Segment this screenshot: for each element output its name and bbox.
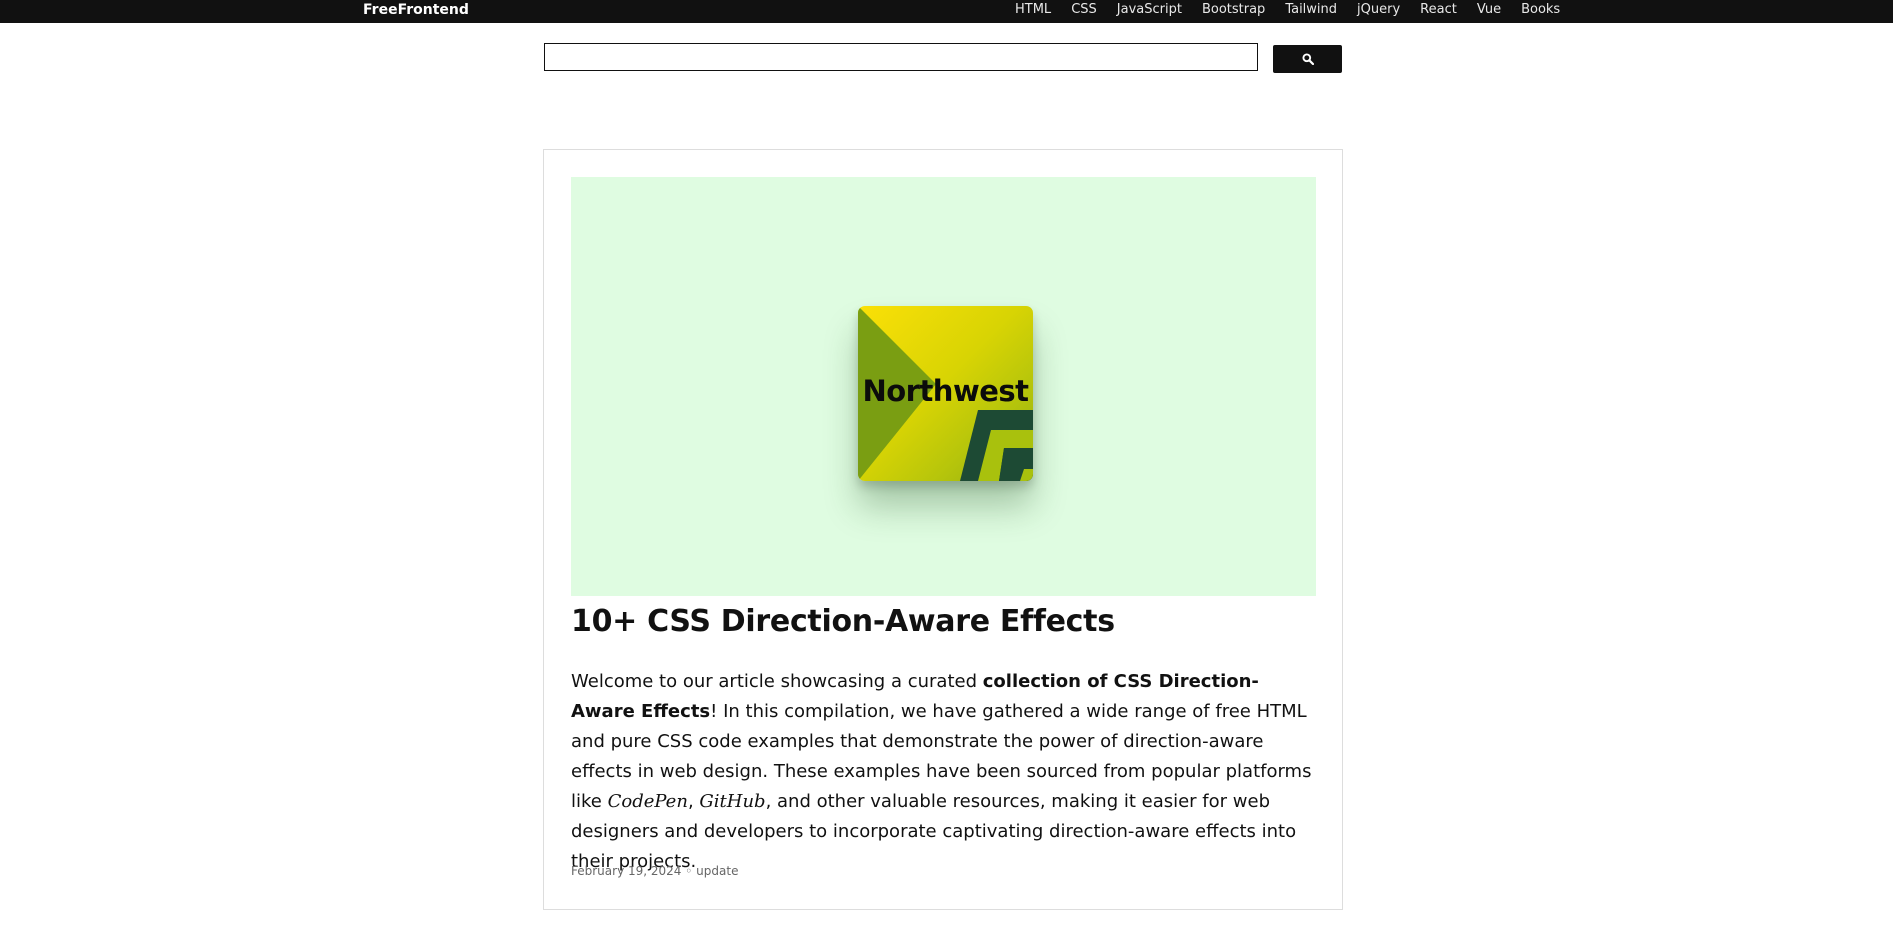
description-intro: Welcome to our article showcasing a cura…: [571, 671, 983, 692]
nav-link-bootstrap[interactable]: Bootstrap: [1202, 0, 1265, 20]
nav-link-tailwind[interactable]: Tailwind: [1285, 0, 1337, 20]
direction-aware-demo-tile[interactable]: Northwest: [858, 306, 1033, 481]
article-title[interactable]: 10+ CSS Direction-Aware Effects: [571, 604, 1115, 639]
nav-link-react[interactable]: React: [1420, 0, 1457, 20]
article-hero-image[interactable]: Northwest: [571, 177, 1316, 596]
description-platform-github: GitHub: [699, 791, 766, 812]
search-input[interactable]: [544, 43, 1258, 71]
article-description: Welcome to our article showcasing a cura…: [571, 667, 1316, 877]
nav-link-html[interactable]: HTML: [1015, 0, 1051, 20]
nav-link-jquery[interactable]: jQuery: [1357, 0, 1400, 20]
article-date: February 19, 2024: [571, 864, 682, 878]
nav-link-vue[interactable]: Vue: [1477, 0, 1501, 20]
article-meta: February 19, 2024 ◦ update: [571, 864, 738, 878]
article-tag: update: [696, 864, 739, 878]
tile-direction-label: Northwest: [862, 374, 1029, 408]
meta-separator: ◦: [685, 864, 693, 878]
top-navigation-bar: FreeFrontend HTML CSS JavaScript Bootstr…: [0, 0, 1893, 23]
description-separator: ,: [687, 791, 700, 812]
nav-link-css[interactable]: CSS: [1071, 0, 1097, 20]
search-icon: [1301, 53, 1314, 65]
search-button[interactable]: [1273, 45, 1342, 73]
article-card: Northwest 10+ CSS Direction-Aware Effect…: [543, 149, 1343, 910]
description-platform-codepen: CodePen: [607, 791, 688, 812]
nav-link-books[interactable]: Books: [1521, 0, 1560, 20]
nav-link-javascript[interactable]: JavaScript: [1117, 0, 1182, 20]
main-nav: HTML CSS JavaScript Bootstrap Tailwind j…: [1015, 0, 1580, 20]
brand-logo-link[interactable]: FreeFrontend: [363, 0, 469, 20]
